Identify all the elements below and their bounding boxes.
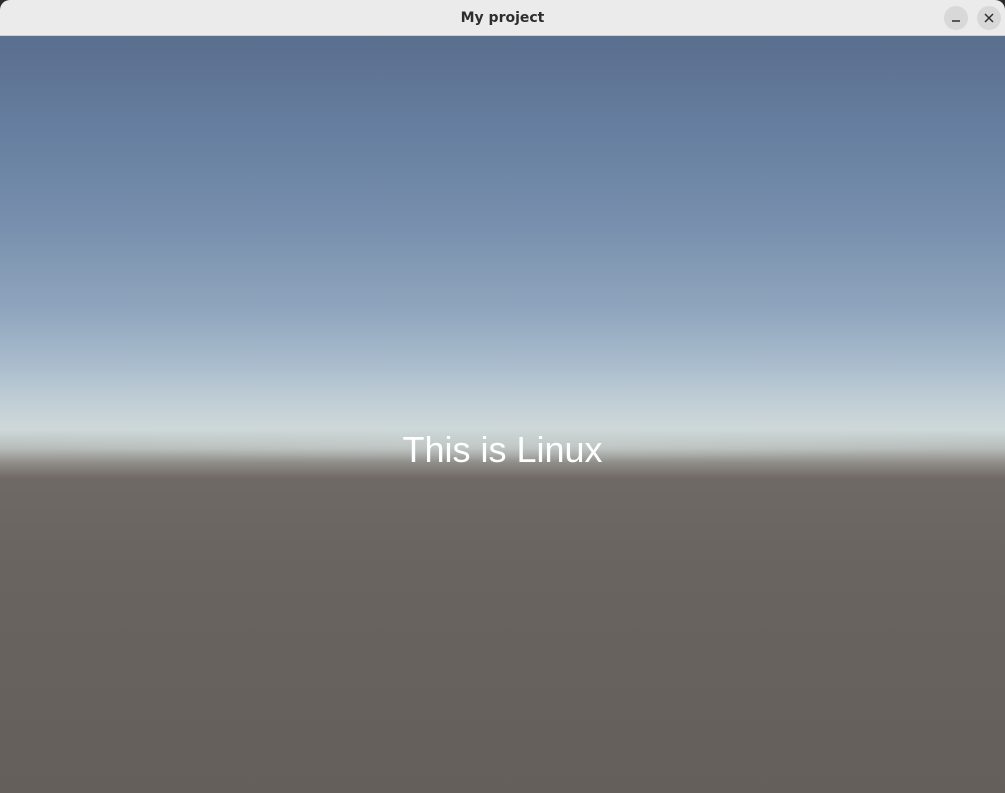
close-button[interactable] (977, 6, 1001, 30)
title-bar[interactable]: My project (0, 0, 1005, 36)
scene-caption: This is Linux (402, 429, 603, 470)
minimize-button[interactable] (944, 6, 968, 30)
close-icon (984, 13, 994, 23)
minimize-icon (952, 20, 960, 22)
app-window: My project This is Linux (0, 0, 1005, 793)
window-title: My project (460, 10, 545, 26)
game-viewport[interactable]: This is Linux (0, 36, 1005, 793)
